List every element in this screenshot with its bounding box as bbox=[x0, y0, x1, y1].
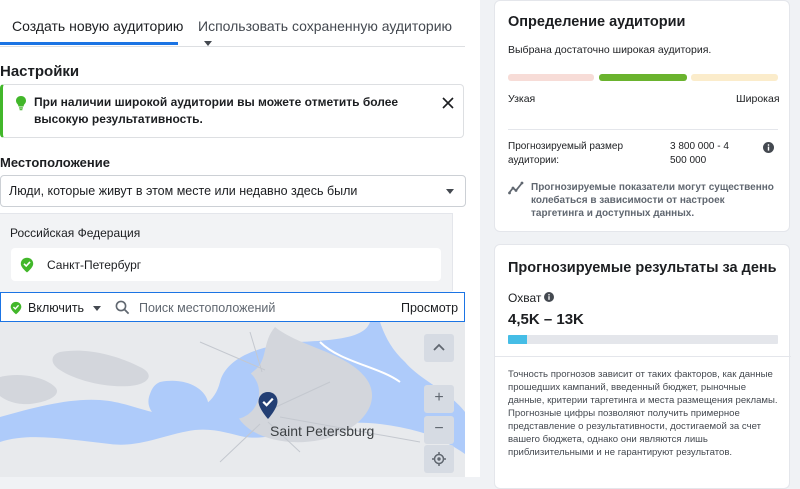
caret-down-icon bbox=[446, 189, 454, 194]
audience-definition-card: Определение аудитории Выбрана достаточно… bbox=[494, 0, 790, 232]
location-mode-value: Люди, которые живут в этом месте или нед… bbox=[9, 184, 358, 198]
audience-status-text: Выбрана достаточно широкая аудитория. bbox=[508, 44, 712, 56]
zoom-out-button[interactable]: − bbox=[424, 416, 454, 444]
estimated-size-value: 3 800 000 - 4 500 000 bbox=[670, 141, 729, 166]
tab-create-new-audience[interactable]: Создать новую аудиторию bbox=[12, 18, 183, 34]
active-tab-indicator bbox=[0, 42, 178, 45]
settings-title: Настройки bbox=[0, 63, 80, 80]
tip-text: При наличии широкой аудитории вы можете … bbox=[34, 95, 399, 126]
audience-tabs: Создать новую аудиторию Использовать сох… bbox=[0, 0, 465, 47]
estimated-size-label: Прогнозируемый размер аудитории: bbox=[508, 141, 624, 166]
map-background bbox=[0, 322, 465, 477]
broad-audience-tip: При наличии широкой аудитории вы можете … bbox=[0, 84, 464, 138]
include-dropdown[interactable]: Включить bbox=[28, 301, 84, 315]
map-collapse-button[interactable] bbox=[424, 334, 454, 362]
info-icon[interactable] bbox=[763, 142, 774, 153]
daily-results-card: Прогнозируемые результаты за день Охват … bbox=[494, 244, 791, 489]
browse-button[interactable]: Просмотр bbox=[401, 301, 458, 315]
divider bbox=[495, 356, 791, 357]
locations-scrollbar[interactable] bbox=[452, 213, 466, 291]
location-map[interactable]: Saint Petersburg + − bbox=[0, 322, 465, 477]
search-icon bbox=[115, 300, 130, 315]
reach-label: Охват bbox=[508, 291, 542, 305]
map-toolbar: Включить Просмотр bbox=[0, 292, 465, 322]
daily-results-title: Прогнозируемые результаты за день bbox=[508, 260, 777, 276]
broad-label: Широкая bbox=[736, 93, 780, 105]
narrow-label: Узкая bbox=[508, 93, 536, 105]
location-search-input[interactable] bbox=[137, 298, 381, 318]
reach-bar-track bbox=[508, 335, 778, 344]
forecast-disclaimer: Точность прогнозов зависит от таких факт… bbox=[508, 369, 778, 458]
location-pin-check-icon bbox=[10, 301, 22, 315]
location-label: Местоположение bbox=[0, 155, 110, 170]
chevron-up-icon bbox=[433, 343, 445, 351]
selected-locations-panel: Российская Федерация Санкт-Петербург bbox=[0, 213, 452, 292]
right-sidebar: Определение аудитории Выбрана достаточно… bbox=[480, 0, 800, 489]
info-icon[interactable] bbox=[544, 292, 554, 302]
trend-line-icon bbox=[508, 181, 524, 195]
tab-use-saved-audience[interactable]: Использовать сохраненную аудиторию bbox=[198, 18, 465, 50]
caret-down-icon bbox=[204, 40, 212, 46]
location-marker-icon bbox=[258, 392, 278, 419]
close-icon[interactable] bbox=[441, 96, 455, 110]
zoom-in-label: + bbox=[434, 389, 444, 406]
audience-meter-selected-segment bbox=[599, 74, 687, 81]
location-mode-select[interactable]: Люди, которые живут в этом месте или нед… bbox=[0, 175, 466, 207]
estimate-note: Прогнозируемые показатели могут существе… bbox=[531, 182, 774, 219]
location-pin-check-icon bbox=[20, 257, 34, 273]
location-chip[interactable]: Санкт-Петербург bbox=[11, 248, 441, 281]
crosshair-icon bbox=[432, 452, 446, 466]
reach-bar-fill bbox=[508, 335, 527, 344]
audience-meter-broad-segment bbox=[691, 74, 778, 81]
country-heading: Российская Федерация bbox=[10, 226, 141, 240]
caret-down-icon[interactable] bbox=[93, 306, 101, 311]
map-city-label: Saint Petersburg bbox=[270, 423, 375, 439]
zoom-out-label: − bbox=[434, 420, 444, 437]
audience-editor-panel: Создать новую аудиторию Использовать сох… bbox=[0, 0, 480, 477]
map-locate-button[interactable] bbox=[424, 445, 454, 473]
divider bbox=[508, 129, 778, 130]
audience-definition-title: Определение аудитории bbox=[508, 14, 686, 30]
zoom-in-button[interactable]: + bbox=[424, 385, 454, 413]
audience-meter-narrow-segment bbox=[508, 74, 594, 81]
tab-use-saved-label: Использовать сохраненную аудиторию bbox=[198, 18, 453, 34]
lightbulb-icon bbox=[16, 96, 26, 111]
reach-value: 4,5K – 13K bbox=[508, 311, 584, 328]
location-chip-label: Санкт-Петербург bbox=[47, 258, 142, 272]
